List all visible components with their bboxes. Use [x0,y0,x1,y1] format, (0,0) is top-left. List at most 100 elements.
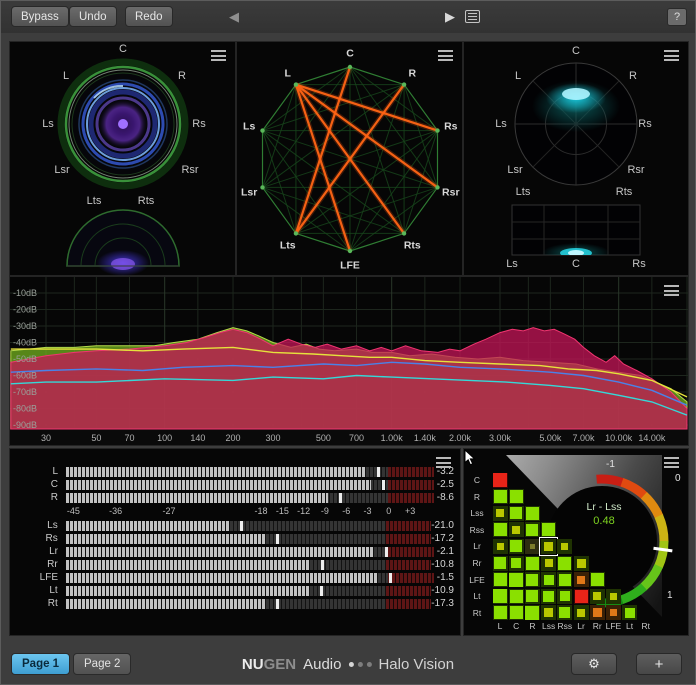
matrix-cell-Lt-Rr[interactable] [590,589,605,604]
matrix-cell-Rr-C[interactable] [509,556,524,571]
matrix-col-label: LFE [606,621,622,631]
web-node-label: LFE [340,260,360,272]
matrix-cell-Rr-Lr[interactable] [574,556,589,571]
matrix-cell-R-L[interactable] [493,489,508,504]
channel-label-r: R [629,70,637,82]
matrix-col-label: Lt [626,621,633,631]
brand: NUGEN Audio Halo Vision [242,656,454,673]
meter-channel-label: L [18,466,58,477]
matrix-cell-value-square [575,590,588,603]
previous-icon[interactable]: ◀ [229,9,239,24]
add-panel-button[interactable]: + [636,653,682,675]
matrix-cell-Rt-Lss[interactable] [541,605,556,620]
channel-label-lsr: Lsr [54,164,69,176]
matrix-cell-Lr-R[interactable] [525,539,540,554]
matrix-cell-Lt-R[interactable] [525,589,540,604]
spectrum-freq-label: 1.40k [414,433,437,443]
matrix-cell-Lr-Rss[interactable] [557,539,572,554]
matrix-cell-Lss-R[interactable] [525,506,540,521]
matrix-cell-Lr-Lss[interactable] [541,539,556,554]
spectrum-freq-label: 300 [265,433,280,443]
matrix-cell-LFE-C[interactable] [509,572,524,587]
matrix-cell-Rt-Rss[interactable] [557,605,572,620]
matrix-cell-Rss-Lss[interactable] [541,522,556,537]
matrix-cell-LFE-R[interactable] [525,572,540,587]
page-2-button[interactable]: Page 2 [73,653,131,675]
matrix-cell-Lt-C[interactable] [509,589,524,604]
matrix-cell-LFE-L[interactable] [493,572,508,587]
meter-red-zone [388,547,434,557]
page-1-button[interactable]: Page 1 [11,653,70,675]
channel-label-r: R [178,70,186,82]
matrix-cell-Lt-Rss[interactable] [557,589,572,604]
redo-button[interactable]: Redo [125,6,173,27]
spectrum-db-label: -40dB [13,338,37,348]
matrix-cell-value-square [543,591,554,602]
help-button[interactable]: ? [667,8,687,26]
matrix-cell-Rt-Lr[interactable] [574,605,589,620]
matrix-cell-LFE-Rr[interactable] [590,572,605,587]
web-node-label: Lts [280,239,296,251]
matrix-row-label: C [464,475,490,485]
matrix-cell-C-L[interactable] [493,473,508,488]
spectrum-freq-label: 140 [190,433,205,443]
matrix-cell-Rr-L[interactable] [493,556,508,571]
matrix-cell-Lr-C[interactable] [509,539,524,554]
matrix-cell-Lt-Lr[interactable] [574,589,589,604]
web-line [404,187,437,233]
matrix-cell-Lt-LFE[interactable] [606,589,621,604]
matrix-cell-value-square [559,607,570,618]
web-highlight-line [296,85,438,131]
matrix-cell-Rr-Rss[interactable] [557,556,572,571]
matrix-cell-value-square [509,573,523,587]
web-node-label: Lsr [241,186,257,198]
web-node-label: R [409,68,417,80]
matrix-cell-Rt-C[interactable] [509,605,524,620]
matrix-cell-Rt-L[interactable] [493,605,508,620]
matrix-cell-Lt-Lss[interactable] [541,589,556,604]
channel-label-rsr: Rsr [181,164,198,176]
meter-scale-label: 0 [386,506,391,516]
bypass-button[interactable]: Bypass [11,6,69,27]
panel-menu-icon[interactable] [211,50,226,61]
matrix-cell-Lss-C[interactable] [509,506,524,521]
matrix-cell-Rss-L[interactable] [493,522,508,537]
matrix-cell-Rss-C[interactable] [509,522,524,537]
panel-menu-icon[interactable] [664,50,679,61]
matrix-cell-LFE-Rss[interactable] [557,572,572,587]
matrix-cell-LFE-Lss[interactable] [541,572,556,587]
matrix-cell-Lr-L[interactable] [493,539,508,554]
matrix-cell-value-square [577,559,586,568]
panel-menu-icon[interactable] [664,457,679,468]
matrix-cell-Rr-Lss[interactable] [541,556,556,571]
meter-fill [66,560,311,570]
undo-button[interactable]: Undo [69,6,117,27]
web-line [296,67,350,85]
meter-bar [66,534,431,544]
matrix-cell-Rt-R[interactable] [525,605,540,620]
matrix-cell-R-C[interactable] [509,489,524,504]
playlist-icon[interactable] [465,10,480,23]
matrix-cell-Rt-Lt[interactable] [622,605,637,620]
matrix-cell-value-square [593,608,602,617]
matrix-cell-Rss-R[interactable] [525,522,540,537]
spectrum-freq-label: 5.00k [539,433,562,443]
meter-fill [66,521,229,531]
matrix-cell-Rt-LFE[interactable] [606,605,621,620]
settings-gear-button[interactable]: ⚙ [571,653,617,675]
meter-channel-label: R [18,492,58,503]
matrix-cell-value-square [591,573,604,586]
matrix-cell-Rr-R[interactable] [525,556,540,571]
matrix-cell-Lt-L[interactable] [493,589,508,604]
matrix-cell-Lss-L[interactable] [493,506,508,521]
panel-menu-icon[interactable] [436,457,451,468]
matrix-cell-Rt-Rr[interactable] [590,605,605,620]
panel-menu-icon[interactable] [438,50,453,61]
height-label-c: C [572,258,580,270]
meter-peak-hold [320,586,323,596]
matrix-cell-value-square [497,543,504,550]
matrix-cell-LFE-Lr[interactable] [574,572,589,587]
play-icon[interactable]: ▶ [445,9,455,24]
panel-menu-icon[interactable] [664,285,679,296]
meter-scale-label: -45 [67,506,80,516]
